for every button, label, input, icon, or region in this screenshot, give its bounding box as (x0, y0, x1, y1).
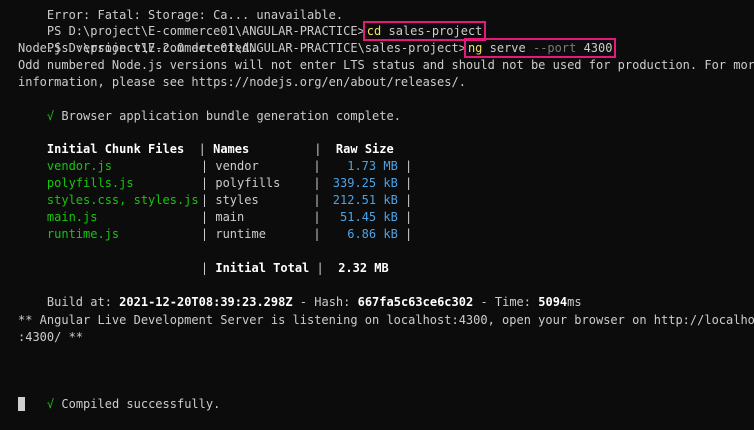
table-row: polyfills.js | polyfills | 339.25 kB | (46, 176, 413, 190)
check-icon: √ (46, 109, 55, 123)
total-label: Initial Total (215, 261, 310, 275)
table-total-row: | Initial Total | 2.32 MB (200, 261, 389, 275)
check-icon: √ (46, 397, 55, 411)
odd-version-warning-1: Odd numbered Node.js versions will not e… (18, 58, 754, 72)
server-listening-line-2: :4300/ ** (18, 330, 84, 344)
odd-version-warning-2: information, please see https://nodejs.o… (18, 75, 466, 89)
build-hash: 667fa5c63ce6c302 (357, 295, 474, 309)
table-row: styles.css, styles.js | styles | 212.51 kB… (46, 193, 413, 207)
terminal-window[interactable]: Error: Fatal: Storage: Ca... unavailable… (0, 0, 754, 412)
prompt-line-1: PS D:\project\E-commerce01\ANGULAR-PRACT… (18, 6, 487, 41)
build-info-line: Build at: 2021-12-20T08:39:23.298Z - Has… (46, 295, 582, 309)
prompt-line-2: PS D:\project\E-commerce01\ANGULAR-PRACT… (18, 23, 617, 58)
chunk-table-header: Initial Chunk Files | Names | Raw Size (46, 142, 394, 156)
table-row: vendor.js | vendor | 1.73 MB | (46, 159, 413, 173)
build-date: 2021-12-20T08:39:23.298Z (119, 295, 293, 309)
table-row: main.js | main | 51.45 kB | (46, 210, 413, 224)
node-version-line: Node.js version v17.2.0 detected. (18, 41, 257, 55)
bundle-complete-line: √ Browser application bundle generation … (46, 109, 401, 123)
total-size: 2.32 MB (338, 261, 389, 275)
compiled-line: √ Compiled successfully. (46, 397, 221, 411)
highlighted-command-ng-serve: ng serve --port 4300 (463, 38, 617, 58)
server-listening-line-1: ** Angular Live Development Server is li… (18, 313, 754, 327)
table-row: runtime.js | runtime | 6.86 kB | (46, 227, 413, 241)
build-time: 5094 (538, 295, 568, 309)
text-cursor (18, 397, 25, 411)
